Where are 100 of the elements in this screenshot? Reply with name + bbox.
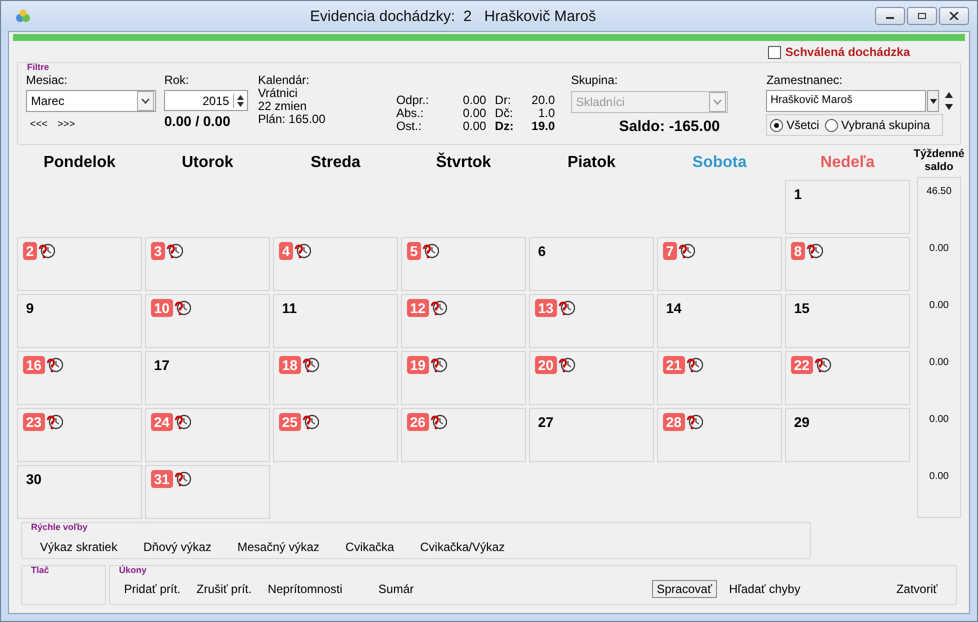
weekday-header: Pondelok <box>42 154 116 172</box>
day-cell[interactable]: 29 <box>785 408 910 462</box>
approved-checkbox[interactable]: Schválená dochádzka <box>768 44 910 60</box>
day-cell[interactable]: 11 <box>273 294 398 348</box>
clock-question-icon <box>558 357 575 373</box>
calendar-info: Vrátnici <box>258 87 299 100</box>
stat-label: Odpr.: <box>396 94 430 107</box>
group-label: Skupina: <box>571 73 619 87</box>
day-number: 18 <box>279 356 301 374</box>
action-button[interactable]: Hľadať chyby <box>720 579 808 599</box>
down-arrow-icon[interactable] <box>237 102 244 106</box>
stat-value: 0.00 <box>462 94 486 107</box>
clock-question-icon <box>430 414 447 430</box>
minimize-button[interactable] <box>875 7 905 25</box>
employee-field[interactable]: Hraškovič Maroš <box>766 90 926 112</box>
clock-question-icon <box>174 300 191 316</box>
hours-ratio: 0.00 / 0.00 <box>164 113 232 129</box>
group-title: Rýchle voľby <box>31 522 88 532</box>
month-label: Mesiac: <box>26 73 68 87</box>
day-number: 5 <box>407 242 421 260</box>
month-dropdown[interactable]: Marec <box>26 90 156 112</box>
scope-radio[interactable]: Všetci <box>770 118 820 132</box>
day-number: 13 <box>535 299 557 317</box>
day-number: 9 <box>25 299 35 317</box>
day-number: 30 <box>25 470 43 488</box>
clock-question-icon <box>302 414 319 430</box>
action-button[interactable]: Spracovať <box>652 580 717 598</box>
weekly-saldo-value: 0.00 <box>929 299 949 313</box>
previous-link[interactable]: <<< <box>30 119 48 130</box>
year-spinner[interactable]: 2015 <box>164 90 248 111</box>
quick-choice-button[interactable]: Mesačný výkaz <box>229 537 328 557</box>
day-number: 10 <box>151 299 173 317</box>
next-link[interactable]: >>> <box>58 119 76 130</box>
day-cell[interactable]: 14 <box>657 294 782 348</box>
day-number: 25 <box>279 413 301 431</box>
action-button[interactable]: Sumár <box>370 579 422 599</box>
day-number: 27 <box>537 413 555 431</box>
maximize-icon <box>917 12 927 20</box>
clock-question-icon <box>46 357 63 373</box>
day-cell[interactable]: 30 <box>17 465 142 519</box>
quick-choice-button[interactable]: Cvikačka/Výkaz <box>412 537 513 557</box>
action-button[interactable]: Neprítomnosti <box>260 579 350 599</box>
close-icon <box>949 12 959 20</box>
quick-choice-button[interactable]: Výkaz skratiek <box>32 537 126 557</box>
weekday-header: Streda <box>310 154 362 172</box>
action-button[interactable]: Zrušiť prít. <box>188 579 260 599</box>
year-label: Rok: <box>164 73 190 87</box>
stat-label: Dč: <box>494 107 514 120</box>
clock-question-icon <box>422 243 439 259</box>
maximize-button[interactable] <box>907 7 937 25</box>
day-cell[interactable]: 27 <box>529 408 654 462</box>
up-arrow-icon[interactable] <box>237 94 244 100</box>
close-button[interactable] <box>939 7 969 25</box>
day-number: 16 <box>23 356 45 374</box>
clock-question-icon <box>558 300 575 316</box>
action-button[interactable]: Pridať prít. <box>116 579 189 599</box>
saldo-total: Saldo: -165.00 <box>619 118 721 135</box>
day-cell[interactable]: 17 <box>145 351 270 405</box>
day-cell[interactable]: 6 <box>529 237 654 291</box>
employee-dropdown-button[interactable] <box>927 90 940 112</box>
day-number: 8 <box>791 242 805 260</box>
down-arrow-icon <box>930 98 937 104</box>
calendar-info: Plán: 165.00 <box>258 113 326 126</box>
day-number: 12 <box>407 299 429 317</box>
weekday-header: Sobota <box>691 154 748 172</box>
weekday-header: Štvrtok <box>434 154 492 172</box>
day-number: 14 <box>665 299 683 317</box>
clock-question-icon <box>814 357 831 373</box>
app-icon <box>15 9 31 23</box>
quick-choice-button[interactable]: Cvikačka <box>337 537 402 557</box>
day-number: 19 <box>407 356 429 374</box>
clock-question-icon <box>302 357 319 373</box>
stat-value: 0.00 <box>462 120 486 133</box>
stat-value: 1.0 <box>537 107 555 120</box>
day-number: 23 <box>23 413 45 431</box>
clock-question-icon <box>174 471 191 487</box>
weekly-saldo-value: 0.00 <box>929 413 949 427</box>
weekly-saldo-value: 0.00 <box>929 470 949 484</box>
group-title: Tlač <box>31 565 50 575</box>
calendar-info: 22 zmien <box>258 100 308 113</box>
stat-label: Dz: <box>494 120 515 133</box>
day-cell[interactable]: 1 <box>785 180 910 234</box>
clock-question-icon <box>166 243 183 259</box>
day-number: 1 <box>793 185 803 203</box>
day-number: 21 <box>663 356 685 374</box>
clock-question-icon <box>430 357 447 373</box>
scope-radio[interactable]: Vybraná skupina <box>825 118 930 132</box>
stat-label: Abs.: <box>396 107 424 120</box>
day-cell[interactable]: 15 <box>785 294 910 348</box>
weekly-saldo-value: 0.00 <box>929 242 949 256</box>
weekday-header: Piatok <box>566 154 616 172</box>
up-arrow-icon[interactable] <box>945 92 954 98</box>
clock-question-icon <box>806 243 823 259</box>
action-button[interactable]: Zatvoriť <box>888 579 946 599</box>
group-title: Filtre <box>27 62 50 72</box>
day-number: 22 <box>791 356 813 374</box>
stat-value: 19.0 <box>530 120 555 133</box>
clock-question-icon <box>294 243 311 259</box>
quick-choice-button[interactable]: Dňový výkaz <box>135 537 220 557</box>
day-cell[interactable]: 9 <box>17 294 142 348</box>
